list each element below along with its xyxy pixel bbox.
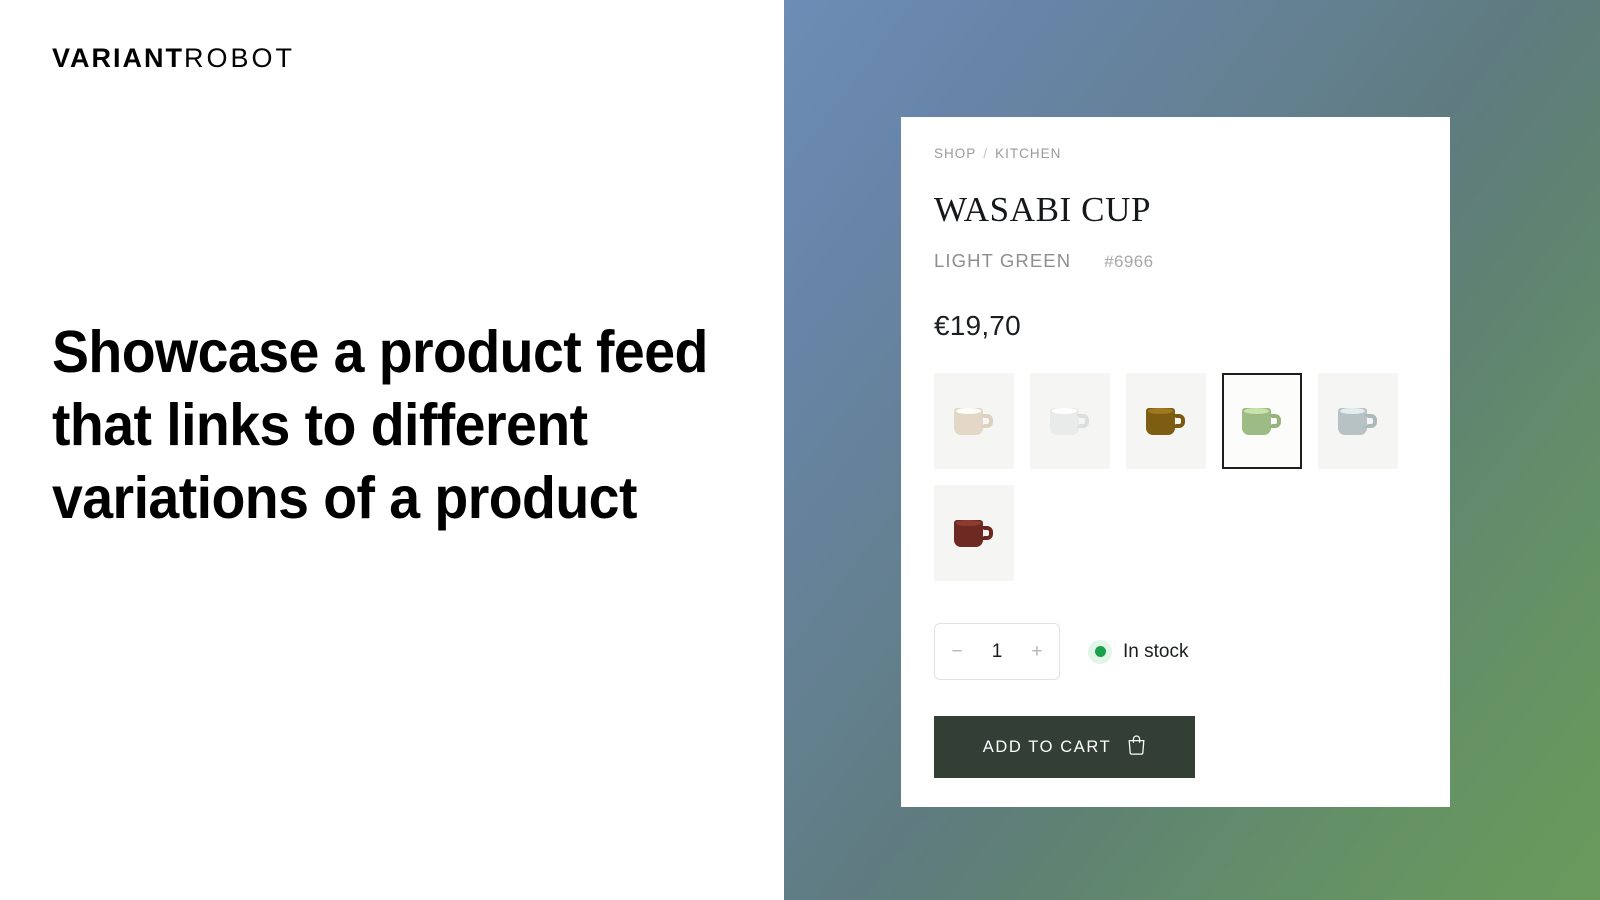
variant-name: LIGHT GREEN — [934, 250, 1072, 271]
variant-row: LIGHT GREEN #6966 — [934, 250, 1417, 272]
mug-rim — [1052, 407, 1077, 414]
product-card-inner: SHOP / KITCHEN WASABI CUP LIGHT GREEN #6… — [901, 117, 1450, 778]
breadcrumb: SHOP / KITCHEN — [934, 145, 1417, 161]
mug-rim — [956, 519, 981, 526]
breadcrumb-item-kitchen[interactable]: KITCHEN — [995, 146, 1061, 161]
shopping-bag-icon — [1127, 734, 1146, 760]
mug-handle — [1172, 413, 1185, 428]
quantity-and-stock-row: − 1 + In stock — [934, 623, 1417, 680]
status-badge: In stock — [1088, 639, 1189, 664]
variant-swatch-white[interactable] — [1030, 373, 1110, 469]
variant-swatch-blue-grey[interactable] — [1318, 373, 1398, 469]
mug-rim — [1148, 407, 1173, 414]
variant-swatch-dark-red[interactable] — [934, 485, 1014, 581]
mug-handle — [1076, 413, 1089, 428]
product-title: WASABI CUP — [934, 190, 1152, 229]
mug-handle — [980, 525, 993, 540]
variant-swatch-brown[interactable] — [1126, 373, 1206, 469]
mug-rim — [956, 407, 981, 414]
mug-icon — [1242, 407, 1282, 435]
brand-logo: VARIANTROBOT — [52, 43, 296, 74]
mug-icon — [1050, 407, 1090, 435]
stock-dot — [1094, 646, 1106, 657]
product-price: €19,70 — [934, 310, 1021, 341]
breadcrumb-item-shop[interactable]: SHOP — [934, 146, 976, 161]
product-card: SHOP / KITCHEN WASABI CUP LIGHT GREEN #6… — [901, 117, 1450, 807]
mug-icon — [1338, 407, 1378, 435]
brand-name-light: ROBOT — [184, 43, 296, 73]
page-root: VARIANTROBOT Showcase a product feed tha… — [0, 0, 1600, 900]
quantity-value[interactable]: 1 — [992, 641, 1003, 663]
add-to-cart-button[interactable]: ADD TO CART — [934, 716, 1195, 778]
quantity-stepper[interactable]: − 1 + — [934, 623, 1060, 680]
variant-swatch-grid — [934, 373, 1417, 581]
stock-indicator-icon — [1088, 639, 1112, 664]
product-sku: #6966 — [1104, 252, 1154, 271]
mug-icon — [954, 407, 994, 435]
quantity-increment-button[interactable]: + — [1029, 642, 1045, 661]
variant-swatch-beige[interactable] — [934, 373, 1014, 469]
page-title: Showcase a product feed that links to di… — [52, 319, 708, 531]
brand-name-strong: VARIANT — [52, 43, 184, 73]
quantity-decrement-button[interactable]: − — [949, 642, 965, 661]
mug-icon — [954, 519, 994, 547]
left-panel: VARIANTROBOT Showcase a product feed tha… — [0, 0, 784, 900]
right-panel-gradient: SHOP / KITCHEN WASABI CUP LIGHT GREEN #6… — [784, 0, 1600, 900]
breadcrumb-separator: / — [983, 145, 989, 161]
add-to-cart-label: ADD TO CART — [982, 737, 1112, 756]
variant-swatch-light-green[interactable] — [1222, 373, 1302, 469]
mug-handle — [1364, 413, 1377, 428]
mug-rim — [1244, 407, 1269, 414]
mug-icon — [1146, 407, 1186, 435]
mug-handle — [1268, 413, 1281, 428]
mug-handle — [980, 413, 993, 428]
mug-rim — [1340, 407, 1365, 414]
stock-label: In stock — [1123, 640, 1189, 662]
